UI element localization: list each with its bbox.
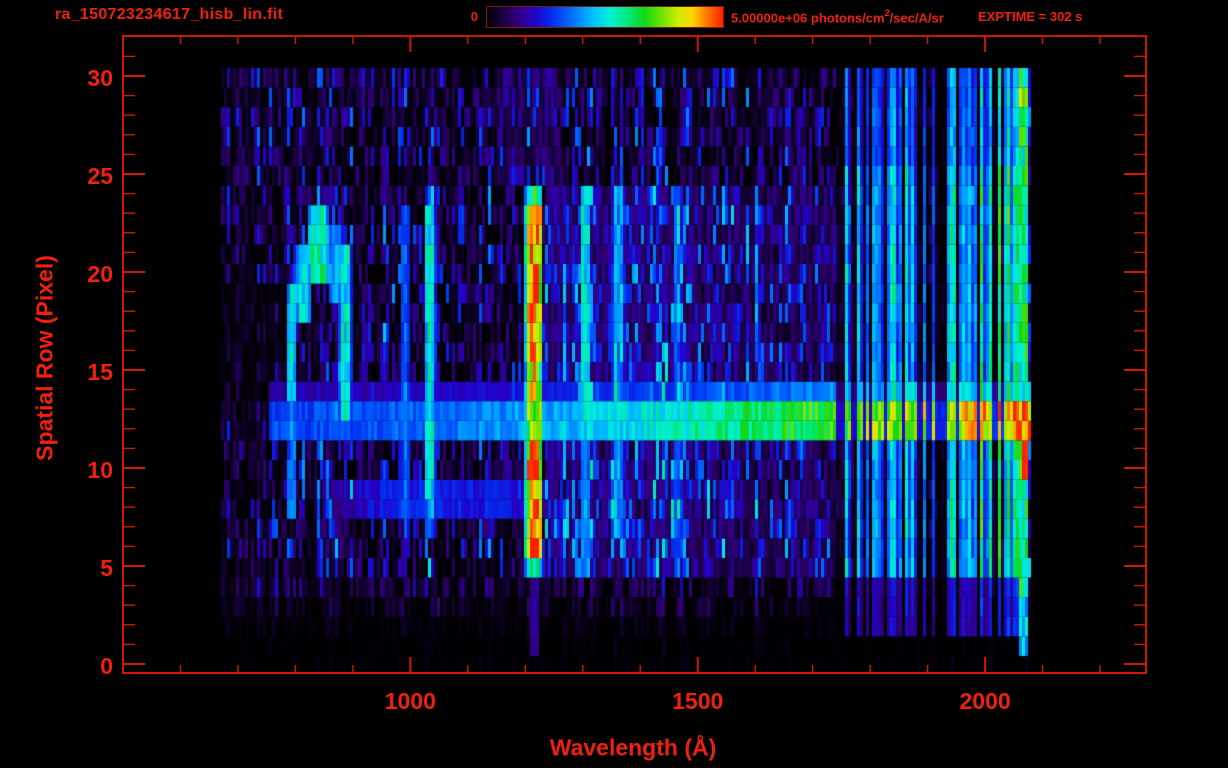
y-tick-label: 25	[87, 162, 113, 189]
spectrum-display: ra_150723234617_hisb_lin.fit 0 5.00000e+…	[0, 0, 1228, 768]
colorbar-min-label: 0	[470, 9, 478, 24]
x-axis-title: Wavelength (Å)	[549, 734, 717, 761]
colorbar-max-label: 5.00000e+06 photons/cm2/sec/A/sr	[731, 8, 944, 26]
colorbar-units-exponent: 2	[884, 8, 890, 18]
x-tick-label: 1000	[384, 688, 436, 714]
x-tick-label: 2000	[959, 688, 1011, 714]
colorbar-gradient	[486, 6, 724, 28]
y-tick-label: 30	[87, 64, 113, 91]
y-tick-label: 0	[100, 652, 113, 679]
file-title: ra_150723234617_hisb_lin.fit	[55, 6, 284, 23]
y-tick-label: 5	[100, 554, 113, 581]
x-tick-label: 1500	[672, 688, 724, 714]
colorbar-units-prefix: photons/cm	[807, 10, 885, 26]
spectral-image-canvas	[123, 36, 1146, 673]
colorbar-units-suffix: /sec/A/sr	[889, 10, 944, 26]
colorbar-max-value: 5.00000e+06	[731, 10, 808, 26]
y-axis-title: Spatial Row (Pixel)	[31, 255, 58, 461]
exptime-label: EXPTIME = 302 s	[978, 9, 1083, 24]
